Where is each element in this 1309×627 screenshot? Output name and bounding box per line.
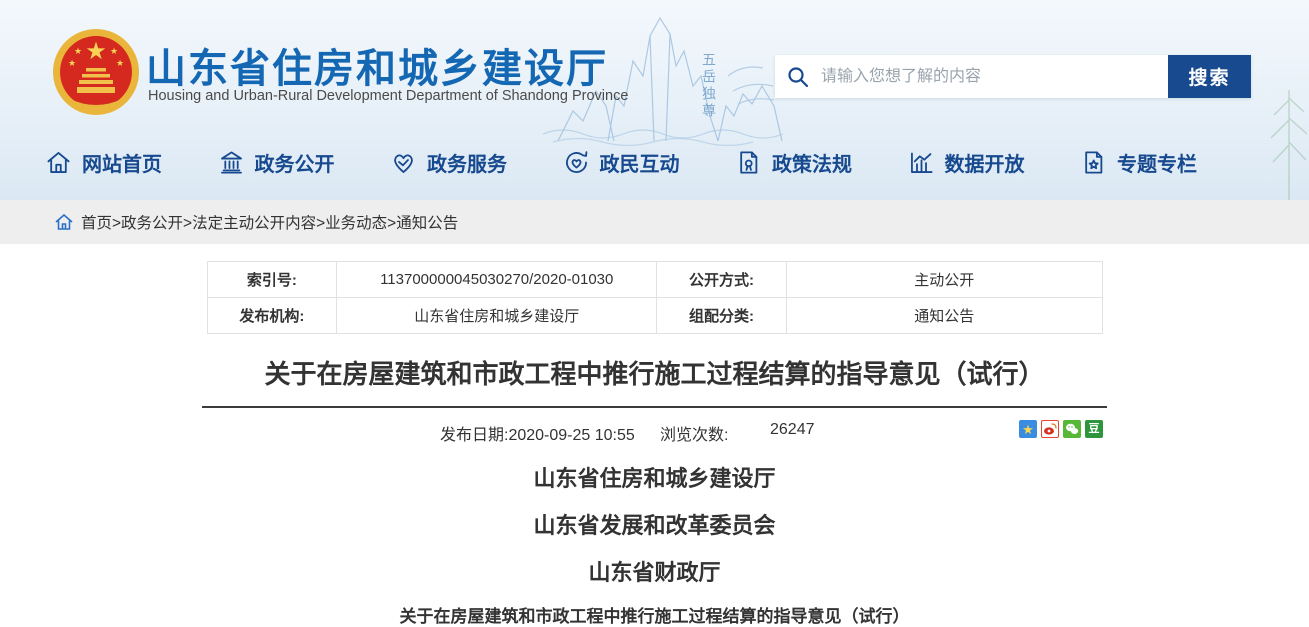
nav-item-policies[interactable]: 政策法规 [735, 148, 852, 177]
page-title: 关于在房屋建筑和市政工程中推行施工过程结算的指导意见（试行） [199, 354, 1111, 391]
mountain-inscription: 五岳独尊 [698, 52, 718, 120]
search-input[interactable] [821, 55, 1168, 98]
nav-item-label: 政务公开 [255, 148, 335, 177]
site-header: 五岳独尊 ★ ★ ★ ★ ★ 山东省住房和城乡建设厅 Housing and U… [0, 0, 1309, 200]
search-box: 搜索 [775, 55, 1251, 98]
star-document-icon [1080, 149, 1107, 176]
nav-item-label: 政民互动 [600, 148, 680, 177]
search-icon [775, 55, 821, 98]
issuer-line: 山东省发展和改革委员会 [199, 508, 1111, 540]
article-content: 索引号: 113700000045030270/2020-01030 公开方式:… [199, 261, 1111, 627]
share-qzone-icon[interactable]: ★ [1019, 420, 1037, 438]
table-row: 索引号: 113700000045030270/2020-01030 公开方式:… [207, 262, 1102, 298]
heart-chat-icon [563, 149, 590, 176]
nav-item-label: 政策法规 [772, 148, 852, 177]
issuer-line: 山东省财政厅 [199, 555, 1111, 587]
nav-item-public-interaction[interactable]: 政民互动 [563, 148, 680, 177]
nav-item-open-data[interactable]: 数据开放 [908, 148, 1025, 177]
share-weibo-icon[interactable] [1041, 420, 1059, 438]
svg-text:★: ★ [85, 37, 107, 65]
nav-item-label: 网站首页 [82, 148, 162, 177]
issuer-line: 山东省住房和城乡建设厅 [199, 461, 1111, 493]
bank-icon [218, 149, 245, 176]
meta-index-label: 索引号: [207, 262, 337, 298]
share-wechat-icon[interactable] [1063, 420, 1081, 438]
views-count: 26247 [770, 421, 815, 439]
trees-artwork [1249, 60, 1309, 200]
nav-item-special-topics[interactable]: 专题专栏 [1080, 148, 1197, 177]
national-emblem-logo: ★ ★ ★ ★ ★ [52, 28, 140, 116]
breadcrumb[interactable]: 首页>政务公开>法定主动公开内容>业务动态>通知公告 [81, 211, 458, 233]
meta-method-label: 公开方式: [657, 262, 787, 298]
svg-text:★: ★ [110, 47, 118, 57]
svg-text:★: ★ [68, 59, 76, 69]
nav-item-gov-disclosure[interactable]: 政务公开 [218, 148, 335, 177]
nav-item-gov-services[interactable]: 政务服务 [390, 148, 507, 177]
article-body: 山东省住房和城乡建设厅 山东省发展和改革委员会 山东省财政厅 关于在房屋建筑和市… [199, 461, 1111, 627]
search-button[interactable]: 搜索 [1168, 55, 1251, 98]
table-row: 发布机构: 山东省住房和城乡建设厅 组配分类: 通知公告 [207, 298, 1102, 334]
nav-item-label: 专题专栏 [1117, 148, 1197, 177]
site-title: 山东省住房和城乡建设厅 [146, 36, 608, 94]
svg-text:★: ★ [74, 47, 82, 57]
nav-item-home[interactable]: 网站首页 [45, 148, 162, 177]
breadcrumb-home-icon [55, 214, 73, 230]
handshake-heart-icon [390, 149, 417, 176]
nav-item-label: 政务服务 [427, 148, 507, 177]
document-seal-icon [735, 149, 762, 176]
meta-agency-label: 发布机构: [207, 298, 337, 334]
svg-text:★: ★ [116, 59, 124, 69]
meta-category-label: 组配分类: [657, 298, 787, 334]
share-douban-icon[interactable]: 豆 [1085, 420, 1103, 438]
meta-table: 索引号: 113700000045030270/2020-01030 公开方式:… [207, 261, 1103, 334]
share-bar: ★ 豆 [1019, 420, 1103, 438]
meta-method-value: 主动公开 [786, 262, 1102, 298]
document-title-line: 关于在房屋建筑和市政工程中推行施工过程结算的指导意见（试行） [199, 602, 1111, 627]
home-icon [45, 149, 72, 176]
meta-index-value: 113700000045030270/2020-01030 [337, 262, 657, 298]
site-subtitle: Housing and Urban-Rural Development Depa… [148, 88, 628, 104]
publish-date: 发布日期:2020-09-25 10:55 [440, 421, 635, 445]
article-meta-row: 发布日期:2020-09-25 10:55 浏览次数: 26247 ★ 豆 [202, 408, 1107, 452]
views-label: 浏览次数: [660, 421, 728, 445]
meta-category-value: 通知公告 [786, 298, 1102, 334]
meta-agency-value: 山东省住房和城乡建设厅 [337, 298, 657, 334]
breadcrumb-bar: 首页>政务公开>法定主动公开内容>业务动态>通知公告 [0, 200, 1309, 244]
nav-item-label: 数据开放 [945, 148, 1025, 177]
main-nav: 网站首页 政务公开 政务服务 政民互动 [45, 148, 1197, 177]
bar-chart-icon [908, 149, 935, 176]
